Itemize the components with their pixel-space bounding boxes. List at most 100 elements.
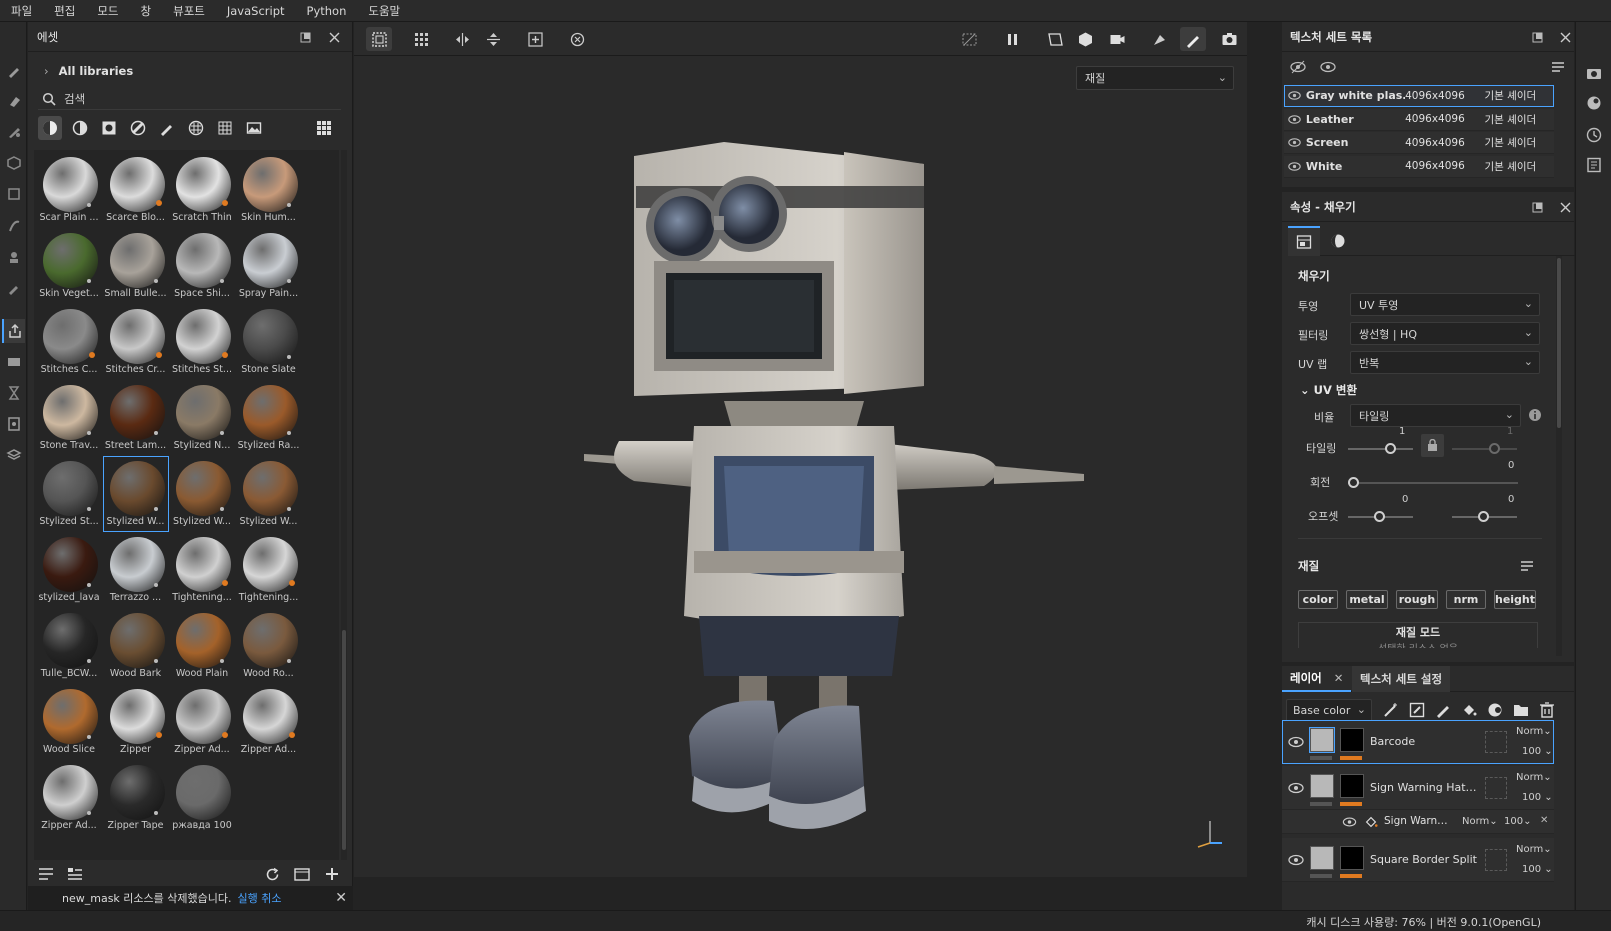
opacity[interactable]: 100 ⌄ bbox=[1522, 864, 1553, 875]
history-icon[interactable] bbox=[1585, 126, 1603, 144]
close-notification-icon[interactable]: ✕ bbox=[335, 890, 347, 906]
eye-icon[interactable] bbox=[1288, 852, 1304, 868]
tiling-slider[interactable] bbox=[1348, 448, 1413, 450]
add-smart-material-icon[interactable] bbox=[1486, 701, 1504, 719]
lock-ratio-icon[interactable] bbox=[1421, 434, 1444, 457]
tiling-slider-knob[interactable] bbox=[1385, 443, 1396, 454]
rotation-slider-knob[interactable] bbox=[1348, 477, 1359, 488]
material-mode-box[interactable]: 재질 모드 선택한 리소스 없음 bbox=[1298, 622, 1538, 648]
layer-row[interactable]: Barcode Norm⌄ 100 ⌄ bbox=[1282, 720, 1554, 764]
undo-link[interactable]: 실행 취소 bbox=[237, 890, 281, 906]
screenshot-camera-icon[interactable] bbox=[1216, 27, 1242, 51]
mirror-vertical-icon[interactable] bbox=[480, 27, 506, 51]
eye-icon[interactable] bbox=[1288, 780, 1304, 796]
asset-tile[interactable]: Stylized W... bbox=[169, 456, 235, 532]
symmetry-icon[interactable] bbox=[449, 27, 475, 51]
scrollbar-thumb[interactable] bbox=[342, 630, 346, 850]
asset-tile[interactable]: Zipper Ad... bbox=[236, 684, 302, 760]
asset-tile[interactable]: Wood Slice bbox=[36, 684, 102, 760]
asset-tile[interactable]: Zipper Tape bbox=[103, 760, 169, 836]
menu-window[interactable]: 창 bbox=[130, 0, 163, 22]
brush-filter-icon[interactable] bbox=[155, 116, 179, 140]
layer-row[interactable]: Square Border Split Norm⌄ 100 ⌄ bbox=[1282, 838, 1554, 882]
eye-icon[interactable] bbox=[1342, 815, 1357, 829]
remove-effect-icon[interactable]: ✕ bbox=[1540, 815, 1548, 826]
asset-tile[interactable]: Stylized W... bbox=[236, 456, 302, 532]
projection-tool-icon[interactable] bbox=[2, 120, 25, 144]
menu-python[interactable]: Python bbox=[296, 0, 358, 22]
clone-tool-icon[interactable] bbox=[2, 245, 25, 269]
asset-tile[interactable]: Stylized N... bbox=[169, 380, 235, 456]
center-focus-icon[interactable] bbox=[522, 27, 548, 51]
asset-tile[interactable]: Zipper Ad... bbox=[169, 684, 235, 760]
asset-tile[interactable]: Street Lam... bbox=[103, 380, 169, 456]
menu-viewport[interactable]: 뷰포트 bbox=[162, 0, 216, 22]
add-icon[interactable] bbox=[322, 864, 342, 884]
tab-layers[interactable]: 레이어 ✕ bbox=[1282, 666, 1352, 692]
display-settings-icon[interactable] bbox=[2, 412, 25, 436]
asset-tile[interactable]: Scratch Thin bbox=[169, 152, 235, 228]
shelf-icon[interactable] bbox=[2, 443, 25, 467]
asset-tile[interactable]: Terrazzo ... bbox=[103, 532, 169, 608]
opacity[interactable]: 100 ⌄ bbox=[1522, 792, 1553, 803]
info-icon[interactable] bbox=[1528, 408, 1542, 422]
export-icon[interactable] bbox=[2, 319, 25, 343]
add-effect-icon[interactable] bbox=[1382, 701, 1400, 719]
asset-tile[interactable]: Wood Bark bbox=[103, 608, 169, 684]
asset-tile[interactable]: Stylized St... bbox=[36, 456, 102, 532]
3d-viewport[interactable]: 재질 ⌄ bbox=[354, 56, 1247, 877]
asset-tile[interactable]: Tightening... bbox=[236, 532, 302, 608]
menu-javascript[interactable]: JavaScript bbox=[216, 0, 296, 22]
asset-tile[interactable]: Tightening... bbox=[169, 532, 235, 608]
reset-view-icon[interactable] bbox=[564, 27, 590, 51]
float-panel-icon[interactable] bbox=[1530, 30, 1544, 44]
close-tab-icon[interactable]: ✕ bbox=[1334, 671, 1344, 685]
asset-tile[interactable]: Stylized Ra... bbox=[236, 380, 302, 456]
tab-texture-set-settings[interactable]: 텍스처 세트 설정 bbox=[1352, 666, 1451, 692]
layer-row[interactable]: Sign Warning Hat… Norm⌄ 100 ⌄ bbox=[1282, 766, 1554, 810]
asset-tile[interactable]: Stitches Cr... bbox=[103, 304, 169, 380]
material-properties-tab-icon[interactable] bbox=[1322, 226, 1354, 256]
all-libraries-breadcrumb[interactable]: › All libraries bbox=[28, 60, 353, 82]
uv-transform-section[interactable]: ⌄ UV 변환 bbox=[1300, 382, 1357, 398]
eye-icon[interactable] bbox=[1284, 89, 1306, 102]
hourglass-icon[interactable] bbox=[2, 381, 25, 405]
projection-dropdown[interactable]: UV 투영 ⌄ bbox=[1350, 293, 1540, 316]
visibility-toggle-icon[interactable] bbox=[1290, 59, 1306, 75]
asset-tile[interactable]: Zipper bbox=[103, 684, 169, 760]
menu-help[interactable]: 도움말 bbox=[357, 0, 411, 22]
channel-chip-color[interactable]: color bbox=[1298, 590, 1338, 609]
asset-tile[interactable]: stylized_lava bbox=[36, 532, 102, 608]
paint-mode-icon[interactable] bbox=[1180, 27, 1206, 51]
layer-color-thumbnail[interactable] bbox=[1310, 846, 1334, 870]
picker-tool-icon[interactable] bbox=[2, 276, 25, 300]
asset-tile[interactable]: Stitches St... bbox=[169, 304, 235, 380]
mask-filter-icon[interactable] bbox=[97, 116, 121, 140]
smart-material-filter-icon[interactable] bbox=[68, 116, 92, 140]
layer-mask-thumbnail[interactable] bbox=[1340, 846, 1364, 870]
eye-icon[interactable] bbox=[1284, 113, 1306, 126]
smudge-tool-icon[interactable] bbox=[2, 214, 25, 238]
hide-ui-icon[interactable] bbox=[956, 27, 982, 51]
bake-icon[interactable] bbox=[2, 350, 25, 374]
eraser-tool-icon[interactable] bbox=[2, 89, 25, 113]
3d-view-icon[interactable] bbox=[1072, 27, 1098, 51]
log-icon[interactable] bbox=[1585, 156, 1603, 174]
properties-scrollbar[interactable] bbox=[1556, 256, 1562, 656]
alpha-filter-icon[interactable] bbox=[213, 116, 237, 140]
eye-icon[interactable] bbox=[1284, 136, 1306, 149]
layer-mask-thumbnail[interactable] bbox=[1340, 728, 1364, 752]
add-paint-layer-icon[interactable] bbox=[1434, 701, 1452, 719]
float-panel-icon[interactable] bbox=[298, 30, 312, 44]
asset-tile[interactable]: Tulle_BCW... bbox=[36, 608, 102, 684]
add-mask-icon[interactable] bbox=[1408, 701, 1426, 719]
asset-tile[interactable]: Wood Ro... bbox=[236, 608, 302, 684]
environment-filter-icon[interactable] bbox=[242, 116, 266, 140]
add-fill-layer-icon[interactable] bbox=[1460, 701, 1478, 719]
blend-mode[interactable]: Norm⌄ bbox=[1516, 772, 1552, 783]
float-panel-icon[interactable] bbox=[1530, 200, 1544, 214]
polygon-fill-tool-icon[interactable] bbox=[2, 182, 25, 206]
filtering-dropdown[interactable]: 쌍선형 | HQ ⌄ bbox=[1350, 322, 1540, 345]
offset-u-knob[interactable] bbox=[1374, 511, 1385, 522]
effect-row[interactable]: Sign Warn… Norm⌄ 100⌄ ✕ bbox=[1282, 810, 1554, 834]
